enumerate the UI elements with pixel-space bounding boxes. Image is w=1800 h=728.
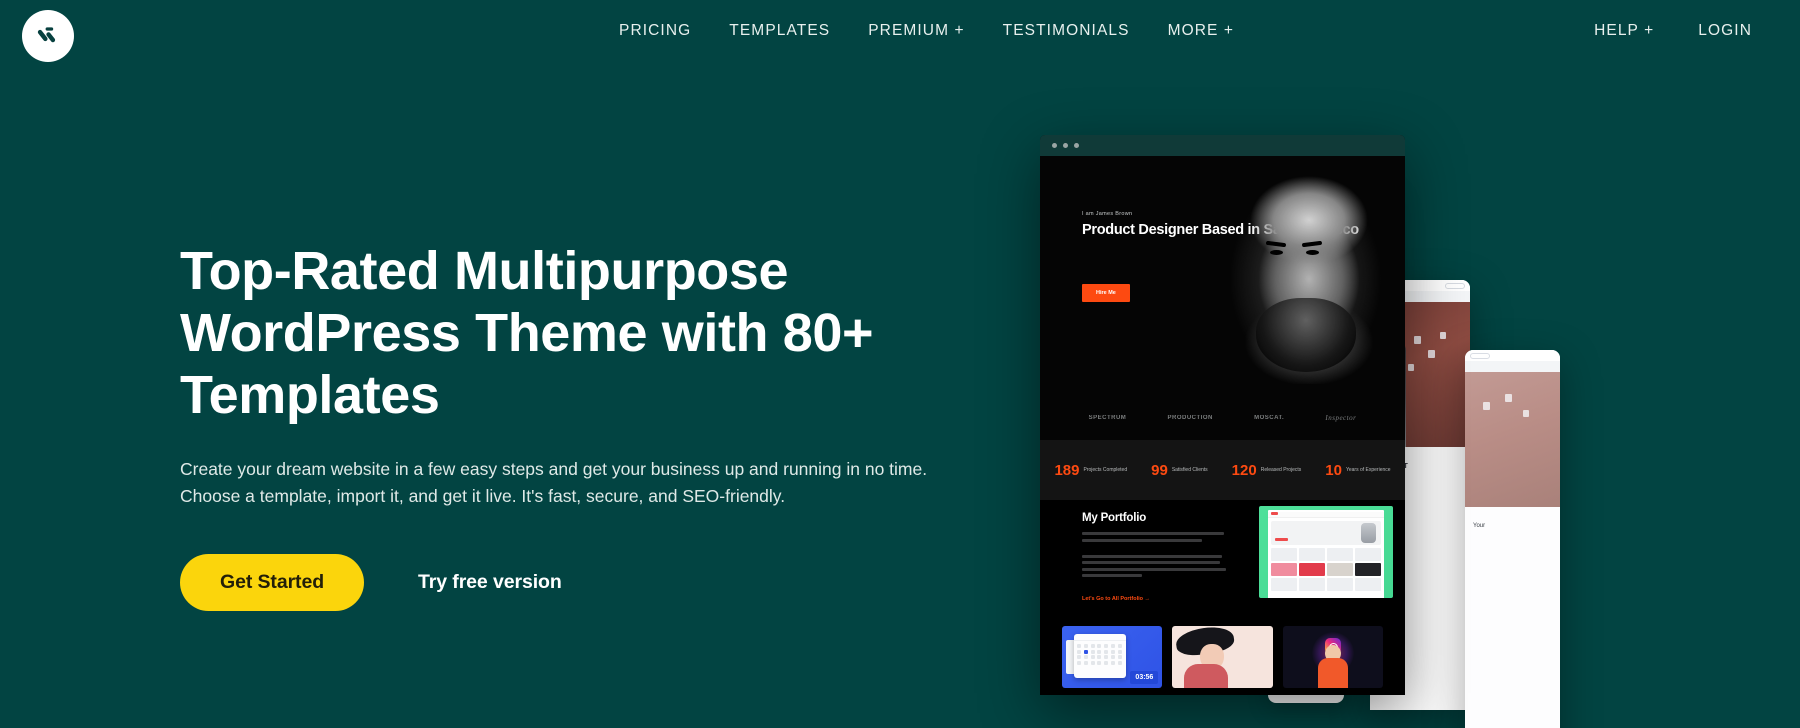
shop-product-row	[1271, 547, 1381, 561]
portfolio-thumb-illustration[interactable]	[1172, 626, 1273, 688]
hero-headline: Top-Rated Multipurpose WordPress Theme w…	[180, 241, 874, 425]
calendar-header	[1074, 634, 1126, 641]
instagram-person-body	[1317, 658, 1348, 688]
portfolio-title: My Portfolio	[1082, 512, 1147, 524]
brand-logo[interactable]	[22, 10, 74, 62]
get-started-button[interactable]: Get Started	[180, 554, 365, 611]
shop-page	[1268, 510, 1384, 598]
nav-item-templates[interactable]: TEMPLATES	[710, 22, 849, 40]
portfolio-shop-preview	[1259, 506, 1393, 598]
brand-logo-inspector: Inspector	[1325, 414, 1357, 422]
calendar-card	[1074, 634, 1126, 678]
template-portfolio-section: My Portfolio Let's Go to All Portfolio →	[1040, 500, 1405, 620]
hero-content: Top-Rated Multipurpose WordPress Theme w…	[180, 240, 1010, 611]
portrait-eye-right	[1306, 250, 1319, 255]
template-hero-kicker: I am James Brown	[1082, 211, 1133, 217]
window-close-dot-icon[interactable]	[1052, 143, 1057, 148]
brand-logo-production: PRODUCTION	[1167, 415, 1213, 421]
preview-nav-button	[1470, 352, 1490, 359]
shop-logo-icon	[1271, 511, 1278, 515]
stat-item: 189 Projects Completed	[1054, 462, 1127, 479]
stat-number: 120	[1231, 461, 1257, 479]
portrait-eye-left	[1270, 250, 1283, 255]
preview-body: Your	[1465, 361, 1560, 728]
template-portfolio-thumbnails: 03:56	[1040, 620, 1405, 695]
portrait-photo	[1218, 174, 1393, 384]
shop-product-row	[1271, 577, 1381, 591]
calendar-day-grid	[1074, 641, 1126, 668]
template-hero-section: I am James Brown Product Designer Based …	[1040, 156, 1405, 396]
stat-number: 189	[1054, 461, 1080, 479]
top-navigation-bar: PRICING TEMPLATES PREMIUM + TESTIMONIALS…	[0, 0, 1800, 70]
main-template-browser-window[interactable]: I am James Brown Product Designer Based …	[1040, 135, 1405, 695]
hire-me-button[interactable]: Hire Me	[1082, 284, 1130, 302]
hero-cta-row: Get Started Try free version	[180, 554, 1010, 611]
primary-nav-links: PRICING TEMPLATES PREMIUM + TESTIMONIALS…	[600, 22, 1253, 40]
shop-cta-button	[1275, 537, 1288, 541]
nav-item-pricing[interactable]: PRICING	[600, 22, 710, 40]
browser-titlebar	[1040, 135, 1405, 156]
nav-item-testimonials[interactable]: TESTIMONIALS	[984, 22, 1149, 40]
portrait-brow-right	[1301, 240, 1323, 248]
stat-label: Released Projects	[1260, 466, 1302, 473]
brand-logo-spectrum: SPECTRUM	[1088, 415, 1127, 421]
portrait-beard	[1256, 298, 1356, 372]
stat-label: Projects Completed	[1083, 466, 1128, 473]
nav-item-premium[interactable]: PREMIUM +	[849, 22, 983, 40]
nav-item-login[interactable]: LOGIN	[1676, 22, 1774, 40]
template-stats-bar: 189 Projects Completed 99 Satisfied Clie…	[1040, 440, 1405, 500]
nav-item-more[interactable]: MORE +	[1149, 22, 1253, 40]
stat-item: 120 Released Projects	[1232, 462, 1302, 479]
hero-page: PRICING TEMPLATES PREMIUM + TESTIMONIALS…	[0, 0, 1800, 728]
shop-navbar	[1268, 511, 1384, 518]
preview-topnav	[1465, 350, 1560, 361]
portfolio-thumb-calendar[interactable]: 03:56	[1062, 626, 1163, 688]
shop-product-row	[1271, 562, 1381, 576]
calendar-timer-value: 03:56	[1130, 671, 1159, 684]
portfolio-all-link[interactable]: Let's Go to All Portfolio →	[1082, 596, 1150, 602]
portrait-brow-left	[1265, 240, 1287, 248]
template-preview-stack: uild 24/7 Supports	[1040, 135, 1800, 728]
portfolio-thumb-instagram[interactable]	[1282, 626, 1383, 688]
portfolio-body-lines	[1082, 532, 1227, 581]
stat-label: Satisfied Clients	[1171, 466, 1208, 473]
nav-item-help[interactable]: HELP +	[1572, 22, 1676, 40]
stat-item: 99 Satisfied Clients	[1151, 462, 1208, 479]
preview-heading-word: Your	[1473, 523, 1486, 529]
window-minimize-dot-icon[interactable]	[1063, 143, 1068, 148]
stat-number: 10	[1325, 461, 1342, 479]
stat-item: 10 Years of Experience	[1325, 462, 1390, 479]
hero-subtext: Create your dream website in a few easy …	[180, 459, 928, 506]
shop-banner	[1271, 520, 1381, 545]
shop-model-photo	[1361, 522, 1376, 543]
logo-mark-icon	[37, 27, 56, 43]
stat-label: Years of Experience	[1345, 466, 1391, 473]
preview-nav-button	[1445, 282, 1465, 289]
preview-content-area	[1465, 507, 1560, 728]
illustration-torso	[1184, 664, 1229, 688]
stat-number: 99	[1151, 461, 1168, 479]
template-preview-rose[interactable]: Your	[1465, 350, 1560, 728]
brand-logo-moscat: MOSCAT.	[1254, 415, 1285, 421]
try-free-version-link[interactable]: Try free version	[418, 571, 562, 594]
preview-hero-photo	[1465, 372, 1560, 507]
secondary-nav-links: HELP + LOGIN	[1572, 22, 1774, 40]
window-maximize-dot-icon[interactable]	[1074, 143, 1079, 148]
template-brand-logos: SPECTRUM PRODUCTION MOSCAT. Inspector	[1040, 396, 1405, 440]
